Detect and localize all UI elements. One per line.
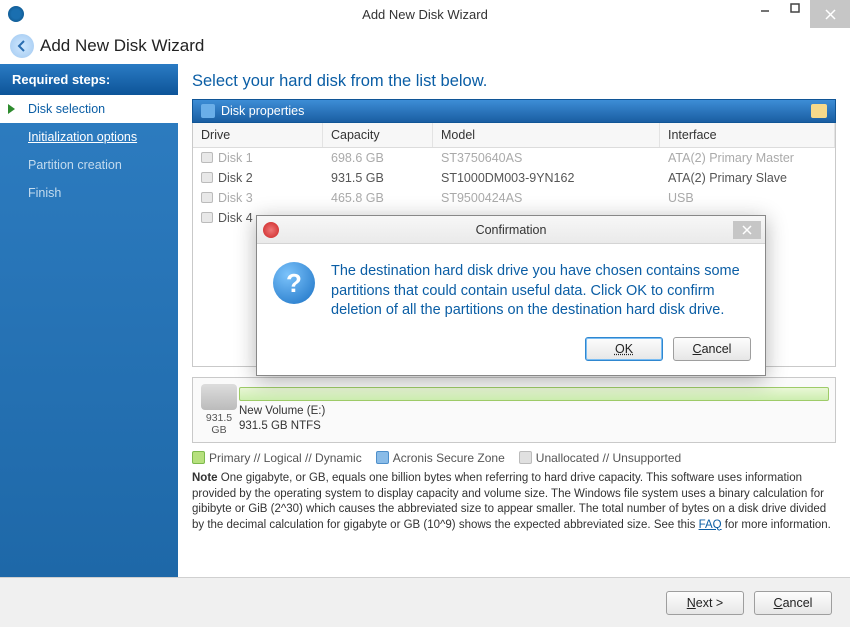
ok-label: OK <box>615 342 633 356</box>
next-rest: ext > <box>696 596 723 610</box>
dialog-title: Confirmation <box>476 223 547 237</box>
next-button[interactable]: Next > <box>666 591 744 615</box>
step-label: Initialization options <box>28 130 137 144</box>
step-label: Partition creation <box>28 158 122 172</box>
disk-properties-bar[interactable]: Disk properties <box>192 99 836 123</box>
legend: Primary // Logical // Dynamic Acronis Se… <box>192 451 836 465</box>
window-controls <box>750 0 850 28</box>
note-label: Note <box>192 472 218 484</box>
table-header: Drive Capacity Model Interface <box>193 123 835 148</box>
capacity-cell: 465.8 GB <box>323 188 433 208</box>
col-capacity[interactable]: Capacity <box>323 123 433 147</box>
step-disk-selection[interactable]: Disk selection <box>0 95 178 123</box>
dialog-message: The destination hard disk drive you have… <box>331 262 745 321</box>
question-icon: ? <box>273 262 315 304</box>
legend-unallocated: Unallocated // Unsupported <box>536 451 681 465</box>
legend-swatch-secure <box>376 451 389 464</box>
dialog-cancel-button[interactable]: Cancel <box>673 337 751 361</box>
dialog-titlebar: Confirmation <box>257 216 765 244</box>
disk-size-label: 931.5 GB <box>206 412 232 436</box>
volume-block[interactable]: New Volume (E:) 931.5 GB NTFS <box>239 387 829 433</box>
hdd-icon <box>201 384 237 410</box>
drive-cell: Disk 3 <box>218 191 253 205</box>
model-cell: ST9500424AS <box>433 188 660 208</box>
col-interface[interactable]: Interface <box>660 123 835 147</box>
legend-primary: Primary // Logical // Dynamic <box>209 451 362 465</box>
maximize-button[interactable] <box>780 0 810 19</box>
disk-graphic: 931.5 GB <box>199 384 239 436</box>
note-text: Note One gigabyte, or GB, equals one bil… <box>192 471 836 533</box>
back-button[interactable] <box>10 34 34 58</box>
disk-icon <box>201 212 213 223</box>
dialog-body: ? The destination hard disk drive you ha… <box>257 244 765 331</box>
cancel-rest: ancel <box>783 596 813 610</box>
interface-cell: ATA(2) Primary Slave <box>660 168 835 188</box>
interface-cell: USB <box>660 188 835 208</box>
step-initialization-options[interactable]: Initialization options <box>0 123 178 151</box>
step-label: Finish <box>28 186 61 200</box>
volume-detail: 931.5 GB NTFS <box>239 419 829 433</box>
selected-disk-panel: 931.5 GB New Volume (E:) 931.5 GB NTFS <box>192 377 836 443</box>
wizard-footer: Next > Cancel <box>0 577 850 627</box>
wizard-header: Add New Disk Wizard <box>0 28 850 64</box>
dialog-cancel-rest: ancel <box>702 342 732 356</box>
table-row[interactable]: Disk 1 698.6 GB ST3750640AS ATA(2) Prima… <box>193 148 835 168</box>
table-row[interactable]: Disk 3 465.8 GB ST9500424AS USB <box>193 188 835 208</box>
drive-cell: Disk 1 <box>218 151 253 165</box>
window-title: Add New Disk Wizard <box>362 7 488 22</box>
sidebar-heading: Required steps: <box>0 64 178 95</box>
window-titlebar: Add New Disk Wizard <box>0 0 850 28</box>
step-label: Disk selection <box>28 102 105 116</box>
faq-link[interactable]: FAQ <box>699 519 722 531</box>
drive-cell: Disk 2 <box>218 171 253 185</box>
disk-icon <box>201 192 213 203</box>
close-button[interactable] <box>810 0 850 28</box>
disk-icon <box>201 172 213 183</box>
legend-swatch-primary <box>192 451 205 464</box>
content-heading: Select your hard disk from the list belo… <box>192 72 836 91</box>
model-cell: ST3750640AS <box>433 148 660 168</box>
model-cell: ST1000DM003-9YN162 <box>433 168 660 188</box>
disk-properties-icon <box>201 104 215 118</box>
volume-name: New Volume (E:) <box>239 404 829 418</box>
dialog-footer: OK Cancel <box>257 331 765 375</box>
app-icon <box>8 6 24 22</box>
minimize-button[interactable] <box>750 0 780 19</box>
step-finish[interactable]: Finish <box>0 179 178 207</box>
interface-cell: ATA(2) Primary Master <box>660 148 835 168</box>
step-partition-creation[interactable]: Partition creation <box>0 151 178 179</box>
table-row[interactable]: Disk 2 931.5 GB ST1000DM003-9YN162 ATA(2… <box>193 168 835 188</box>
dialog-app-icon <box>263 222 279 238</box>
disk-icon <box>201 152 213 163</box>
note-tail: for more information. <box>722 519 831 531</box>
legend-secure: Acronis Secure Zone <box>393 451 505 465</box>
disk-properties-action-icon[interactable] <box>811 104 827 118</box>
disk-properties-label: Disk properties <box>221 104 304 118</box>
dialog-close-button[interactable] <box>733 221 761 239</box>
wizard-title: Add New Disk Wizard <box>40 36 204 56</box>
cancel-button[interactable]: Cancel <box>754 591 832 615</box>
capacity-cell: 698.6 GB <box>323 148 433 168</box>
confirmation-dialog: Confirmation ? The destination hard disk… <box>256 215 766 376</box>
volume-bar <box>239 387 829 401</box>
col-model[interactable]: Model <box>433 123 660 147</box>
legend-swatch-unallocated <box>519 451 532 464</box>
steps-sidebar: Required steps: Disk selection Initializ… <box>0 64 178 577</box>
col-drive[interactable]: Drive <box>193 123 323 147</box>
capacity-cell: 931.5 GB <box>323 168 433 188</box>
dialog-ok-button[interactable]: OK <box>585 337 663 361</box>
drive-cell: Disk 4 <box>218 211 253 225</box>
